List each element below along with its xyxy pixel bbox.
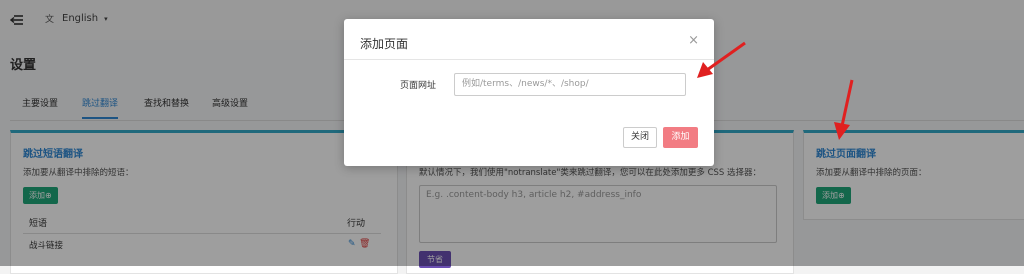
annotation-arrows (697, 41, 854, 140)
arrow-to-skip-pages-title (834, 79, 854, 140)
arrow-to-url-input (697, 41, 746, 78)
